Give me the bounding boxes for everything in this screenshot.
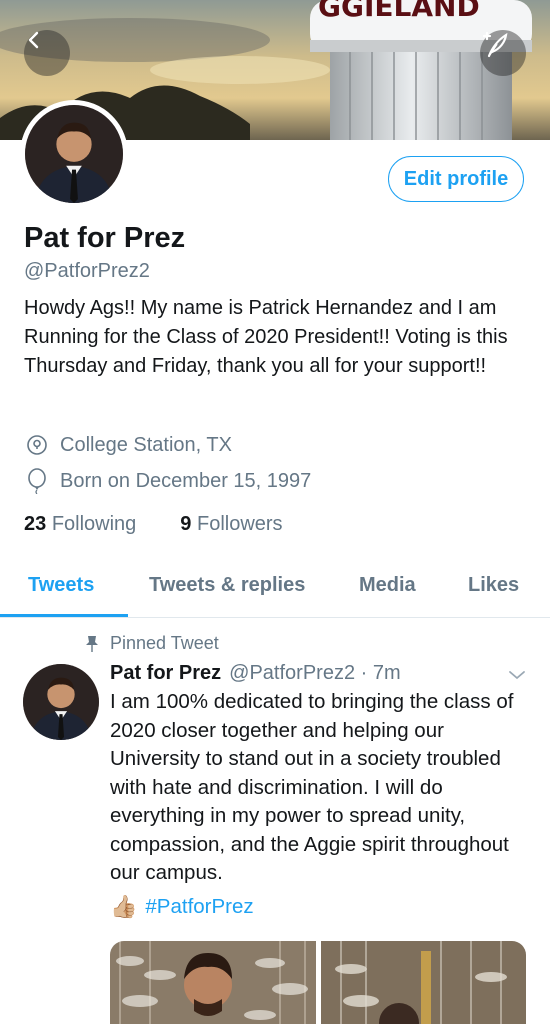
following-link[interactable]: 23 Following [24, 513, 136, 536]
tweet-avatar[interactable] [23, 664, 99, 740]
tweet-avatar-photo [23, 664, 99, 740]
tower-lettering: GGIELAND [318, 0, 480, 23]
followers-label: Followers [196, 513, 283, 535]
tweet-body: I am 100% dedicated to bringing the clas… [110, 690, 514, 884]
back-button[interactable] [24, 30, 70, 76]
profile-tabs: Tweets Tweets & replies Media Likes [0, 560, 550, 618]
edit-profile-button[interactable]: Edit profile [388, 156, 524, 202]
profile-location: College Station, TX [24, 432, 232, 458]
chevron-left-icon [28, 31, 39, 49]
pinned-text: Pinned Tweet [110, 633, 219, 653]
tweet-media-image-2[interactable] [321, 941, 526, 1024]
media-photo-1 [110, 941, 316, 1024]
tweet-menu-chevron-icon[interactable] [508, 668, 526, 686]
thumbs-up-emoji: 👍🏼 [110, 894, 138, 919]
followers-link[interactable]: 9 Followers [180, 513, 282, 536]
profile-bio: Howdy Ags!! My name is Patrick Hernandez… [24, 297, 508, 377]
following-count: 23 [24, 513, 47, 535]
location-pin-icon [24, 432, 50, 458]
tweet-author-name[interactable]: Pat for Prez [110, 662, 221, 685]
following-label: Following [51, 513, 137, 535]
tab-tweets[interactable]: Tweets [28, 574, 94, 597]
profile-name: Pat for Prez [24, 222, 186, 254]
pinned-tweet-label: Pinned Tweet [82, 633, 219, 654]
avatar-photo [25, 105, 123, 203]
profile-avatar[interactable] [20, 100, 128, 208]
follow-stats: 23 Following 9 Followers [24, 513, 283, 536]
followers-count: 9 [180, 513, 192, 535]
profile-birthday: Born on December 15, 1997 [24, 468, 311, 494]
tab-tweets-and-replies[interactable]: Tweets & replies [149, 574, 305, 597]
tweet-media-image-1[interactable] [110, 941, 316, 1024]
tweet-header: Pat for Prez @PatforPrez2 · 7m [110, 662, 401, 685]
tab-likes[interactable]: Likes [468, 574, 519, 597]
birthday-text: Born on December 15, 1997 [60, 469, 312, 492]
tweet-handle-time: @PatforPrez2 · 7m [229, 662, 401, 684]
balloon-icon [24, 468, 50, 494]
profile-handle: @PatforPrez2 [24, 260, 150, 282]
media-photo-2 [321, 941, 526, 1024]
location-text: College Station, TX [60, 433, 232, 456]
pin-icon [82, 635, 102, 653]
active-tab-indicator [0, 614, 128, 617]
hashtag-link[interactable]: #PatforPrez [145, 895, 253, 919]
tab-media[interactable]: Media [359, 574, 416, 597]
tweet-hashtag-row: 👍🏼 #PatforPrez [110, 894, 254, 920]
compose-feather-icon [482, 31, 508, 58]
compose-tweet-button[interactable] [480, 30, 526, 76]
